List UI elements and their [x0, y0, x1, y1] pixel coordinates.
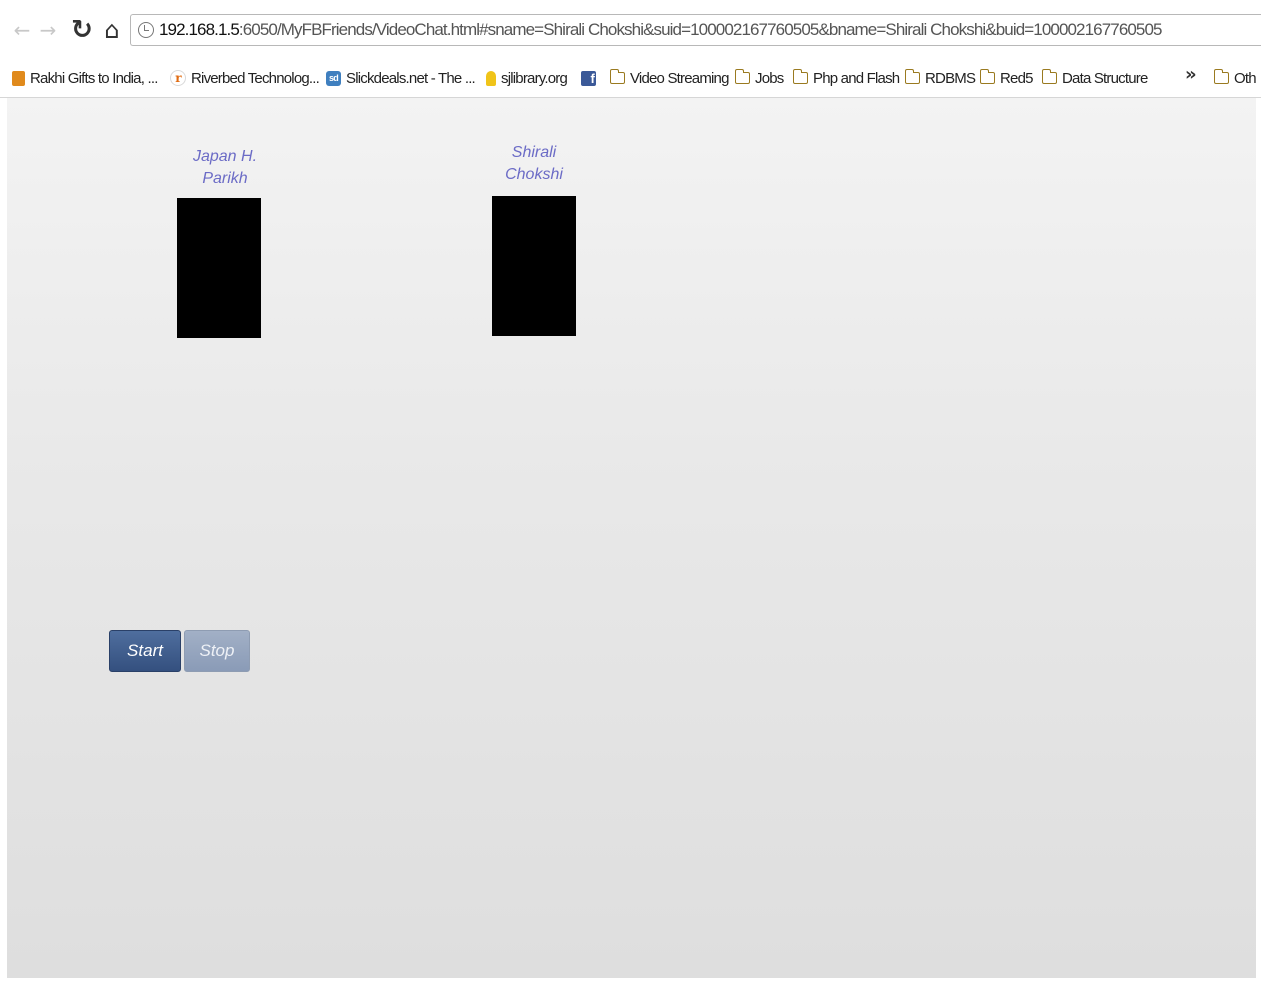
bookmark-folder-rdbms[interactable]: RDBMS: [904, 62, 976, 96]
bookmark-label: sjlibrary.org: [501, 70, 568, 87]
riverbed-icon: r: [170, 70, 186, 87]
folder-icon: [734, 69, 750, 85]
folder-icon: [979, 69, 995, 85]
slickdeals-icon: sd: [326, 70, 341, 86]
remote-user-name-line1: Shirali: [511, 144, 557, 161]
bookmark-facebook[interactable]: f: [581, 62, 601, 96]
folder-icon: [1213, 69, 1229, 85]
remote-user-name-line2: Chokshi: [505, 166, 563, 183]
bookmark-label: Data Structure: [1062, 70, 1148, 87]
remote-video: [492, 196, 576, 336]
video-chat-page: Japan H. Parikh Shirali Chokshi Start St…: [7, 98, 1256, 978]
local-user-name-line2: Parikh: [202, 170, 248, 187]
reload-icon[interactable]: ↻: [68, 14, 96, 46]
bookmark-label: Red5: [1000, 70, 1033, 87]
url-host: 192.168.1.5: [159, 20, 240, 39]
bookmark-label: RDBMS: [925, 70, 976, 87]
facebook-icon: f: [581, 70, 596, 86]
browser-toolbar: ← → ↻ ⌂ 192.168.1.5:6050/MyFBFriends/Vid…: [0, 0, 1261, 62]
bookmark-folder-data-structure[interactable]: Data Structure: [1041, 62, 1148, 96]
bookmark-folder-red5[interactable]: Red5: [979, 62, 1033, 96]
window-edge-right: [1256, 98, 1261, 981]
bookmark-label: Php and Flash: [813, 70, 900, 87]
bookmark-riverbed[interactable]: r Riverbed Technolog...: [170, 62, 320, 96]
browser-window: ← → ↻ ⌂ 192.168.1.5:6050/MyFBFriends/Vid…: [0, 0, 1261, 981]
page-info-icon[interactable]: [138, 22, 154, 38]
url-path: :6050/MyFBFriends/VideoChat.html#sname=S…: [238, 20, 1163, 39]
bookmark-folder-php-and-flash[interactable]: Php and Flash: [792, 62, 900, 96]
sjlibrary-icon: [486, 70, 496, 86]
bookmark-label: Jobs: [755, 70, 784, 87]
address-bar[interactable]: 192.168.1.5:6050/MyFBFriends/VideoChat.h…: [130, 14, 1261, 46]
start-button[interactable]: Start: [109, 630, 181, 672]
local-user-name: Japan H. Parikh: [160, 146, 290, 190]
bookmark-folder-video-streaming[interactable]: Video Streaming: [609, 62, 729, 96]
home-icon[interactable]: ⌂: [97, 14, 127, 46]
stop-button[interactable]: Stop: [184, 630, 250, 672]
bookmark-rakhi-gifts[interactable]: Rakhi Gifts to India, ...: [12, 62, 158, 96]
remote-user-name: Shirali Chokshi: [469, 142, 599, 186]
bookmark-slickdeals[interactable]: sd Slickdeals.net - The ...: [326, 62, 476, 96]
back-arrow-icon[interactable]: ←: [12, 14, 32, 46]
folder-icon: [1041, 69, 1057, 85]
bookmark-label: Slickdeals.net - The ...: [346, 70, 476, 87]
local-user-name-line1: Japan H.: [192, 148, 258, 165]
bookmarks-bar: Rakhi Gifts to India, ... r Riverbed Tech…: [0, 62, 1261, 98]
folder-icon: [792, 69, 808, 85]
local-video: [177, 198, 261, 338]
bookmark-label: Rakhi Gifts to India, ...: [30, 70, 158, 87]
forward-arrow-icon[interactable]: →: [38, 14, 58, 46]
bookmark-folder-jobs[interactable]: Jobs: [734, 62, 784, 96]
bookmark-label: Oth: [1234, 70, 1257, 87]
bookmarks-overflow-chevron-icon[interactable]: »: [1185, 62, 1197, 92]
bookmark-label: Riverbed Technolog...: [191, 70, 320, 87]
gift-icon: [12, 70, 25, 86]
bookmark-folder-other[interactable]: Oth: [1213, 62, 1257, 96]
bookmark-sjlibrary[interactable]: sjlibrary.org: [486, 62, 568, 96]
folder-icon: [609, 69, 625, 85]
bookmark-label: Video Streaming: [630, 70, 729, 87]
folder-icon: [904, 69, 920, 85]
url-text[interactable]: 192.168.1.5:6050/MyFBFriends/VideoChat.h…: [159, 15, 1163, 45]
